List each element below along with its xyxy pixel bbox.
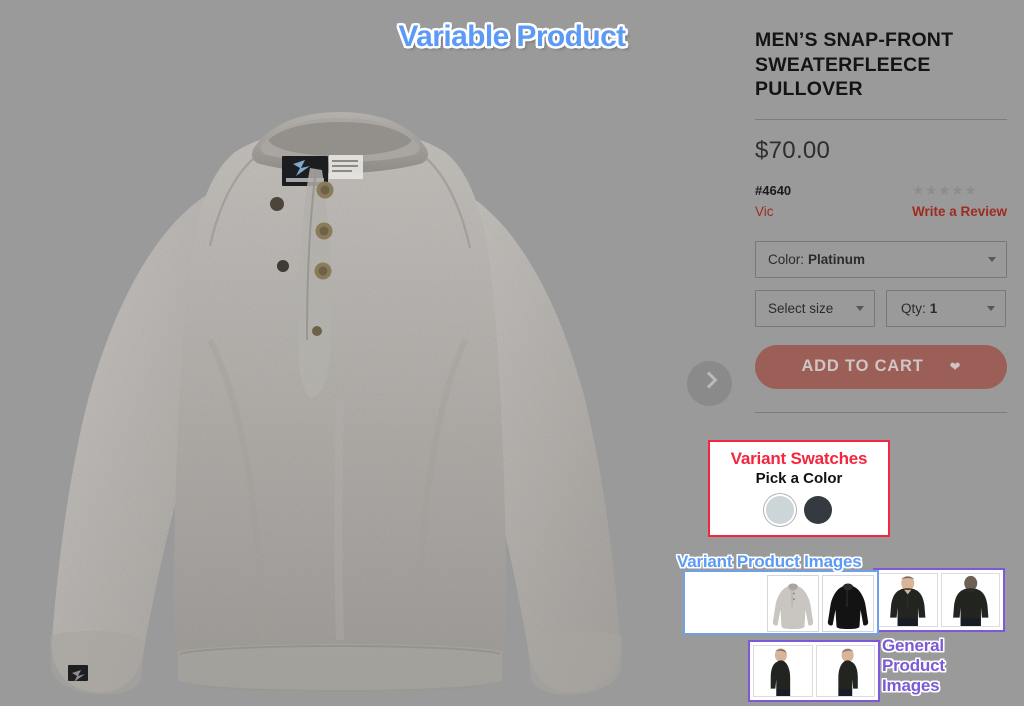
brand-link[interactable]: Vic <box>755 204 791 219</box>
annotation-general-product-images-top <box>873 568 1005 632</box>
hero-product-image[interactable] <box>10 40 670 700</box>
general-thumbnail-model-side-right[interactable] <box>815 645 875 697</box>
color-swatch-row <box>710 496 888 525</box>
quantity-value: 1 <box>929 300 938 316</box>
variant-thumbnail-charcoal[interactable] <box>822 575 874 632</box>
color-swatch-charcoal[interactable] <box>804 496 832 525</box>
annotation-general-product-images-bottom <box>748 640 880 702</box>
product-sku: #4640 <box>755 182 792 198</box>
chevron-down-icon <box>988 257 996 263</box>
annotation-page-title: Variable Product <box>0 20 1024 54</box>
color-swatch-platinum[interactable] <box>766 496 794 525</box>
annotation-variant-product-images: Variant Product Images <box>677 552 879 635</box>
general-thumbnail-model-back[interactable] <box>940 573 1000 627</box>
annotation-variant-swatches-label: Variant Swatches <box>730 449 868 468</box>
size-select[interactable]: Select size <box>755 289 875 327</box>
divider-top <box>755 118 1007 120</box>
variant-thumbnail-strip <box>767 575 874 632</box>
product-meta-row: #4640 Vic ★★★★★ Write a Review <box>755 183 1007 219</box>
variant-thumbnail-platinum[interactable] <box>767 575 819 632</box>
annotation-variant-product-images-label: Variant Product Images <box>677 552 862 571</box>
pick-a-color-heading: Pick a Color <box>755 470 843 488</box>
sku-and-brand: #4640 Vic <box>755 183 791 219</box>
color-select-label: Color: <box>768 251 805 267</box>
add-to-cart-label: ADD TO CART <box>801 357 924 376</box>
star-rating-icon: ★★★★★ <box>911 181 978 198</box>
chevron-right-icon <box>700 371 718 389</box>
quantity-select[interactable]: Qty: 1 <box>886 289 1006 327</box>
product-price: $70.00 <box>755 136 831 164</box>
carousel-next-button[interactable] <box>687 361 732 406</box>
page-title-text: Variable Product <box>398 20 626 53</box>
product-gallery <box>0 0 732 706</box>
annotation-general-product-images-label: General Product Images <box>882 636 945 696</box>
product-info-panel: MEN’S SNAP-FRONT SWEATERFLEECE PULLOVER … <box>755 28 1007 413</box>
annotation-variant-swatches: Variant Swatches Pick a Color <box>708 440 890 537</box>
general-thumbnail-model-front[interactable] <box>878 573 938 627</box>
chevron-down-icon <box>856 306 864 312</box>
add-to-cart-button[interactable]: ADD TO CART ❤ <box>755 344 1007 389</box>
write-review-link[interactable]: Write a Review <box>912 204 1007 219</box>
rating-block: ★★★★★ Write a Review <box>912 183 1007 219</box>
size-qty-row: Select size Qty: 1 <box>755 289 1007 327</box>
size-select-label: Select size <box>768 300 834 316</box>
divider-bottom <box>755 411 1007 413</box>
general-thumbnail-model-side-left[interactable] <box>753 645 813 697</box>
chevron-down-icon <box>987 306 995 312</box>
color-select-value: Platinum <box>808 251 866 267</box>
color-select[interactable]: Color: Platinum <box>755 240 1007 278</box>
heart-icon[interactable]: ❤ <box>950 359 961 375</box>
quantity-label: Qty: <box>901 300 926 316</box>
